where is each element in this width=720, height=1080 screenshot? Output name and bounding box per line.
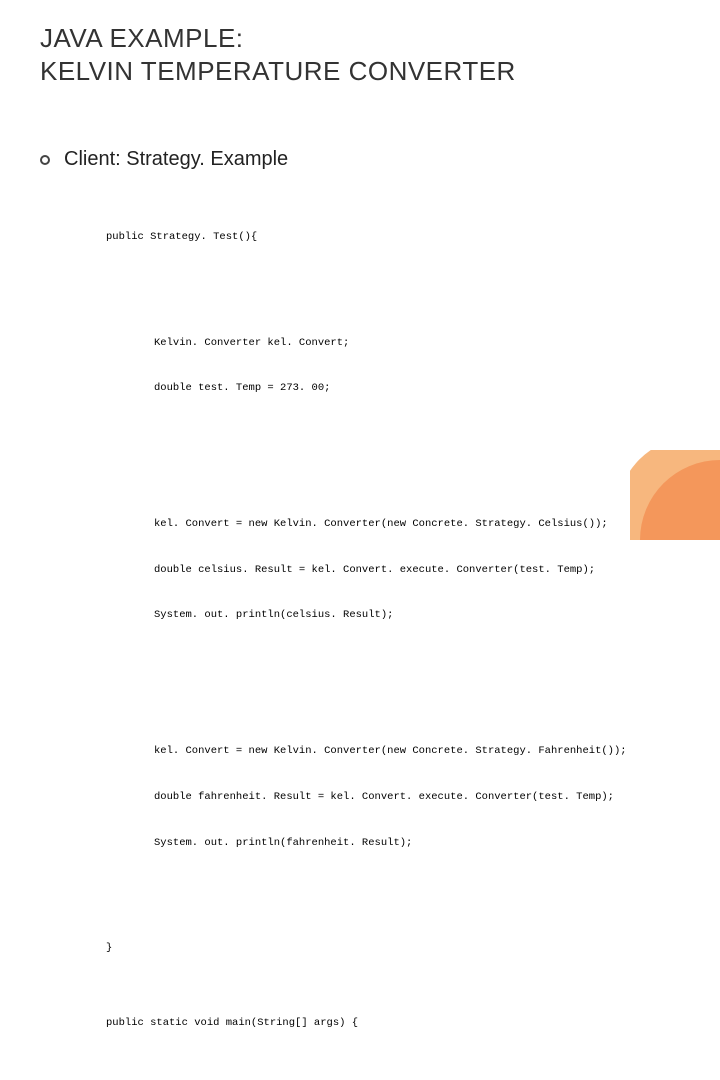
code-line: double fahrenheit. Result = kel. Convert… [154,790,627,805]
code-main-sig: public static void main(String[] args) { [106,1016,627,1031]
subtitle-row: Client: Strategy. Example [40,148,288,171]
code-line: Kelvin. Converter kel. Convert; [154,336,627,351]
code-close-brace: } [106,941,627,956]
code-line: kel. Convert = new Kelvin. Converter(new… [154,517,627,532]
title-line-2: KELVIN TEMPERATURE CONVERTER [40,55,516,88]
title-line-1: JAVA EXAMPLE: [40,22,516,55]
subtitle-text: Client: Strategy. Example [64,148,288,171]
code-method-sig: public Strategy. Test(){ [106,230,627,245]
code-block: public Strategy. Test(){ Kelvin. Convert… [106,200,627,1080]
code-line: System. out. println(fahrenheit. Result)… [154,836,627,851]
code-line: kel. Convert = new Kelvin. Converter(new… [154,744,627,759]
code-line: System. out. println(celsius. Result); [154,608,627,623]
slide-title: JAVA EXAMPLE: KELVIN TEMPERATURE CONVERT… [40,22,516,87]
code-line: double celsius. Result = kel. Convert. e… [154,563,627,578]
corner-decoration [630,450,720,540]
code-line: double test. Temp = 273. 00; [154,381,627,396]
bullet-icon [40,155,50,165]
